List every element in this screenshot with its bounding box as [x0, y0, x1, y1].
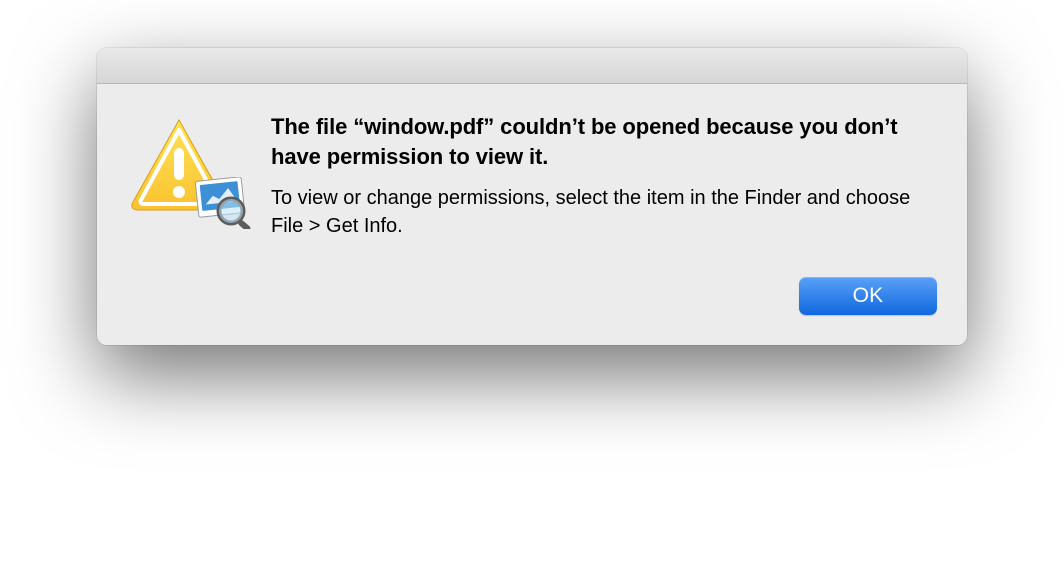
dialog-content: The file “window.pdf” couldn’t be opened…: [97, 84, 967, 265]
preview-app-icon: [191, 177, 253, 234]
ok-button[interactable]: OK: [799, 277, 937, 315]
dialog-icon-area: [127, 112, 247, 232]
dialog-button-row: OK: [97, 265, 967, 345]
dialog-heading: The file “window.pdf” couldn’t be opened…: [271, 112, 937, 171]
permission-denied-dialog: The file “window.pdf” couldn’t be opened…: [97, 48, 967, 345]
dialog-titlebar: [97, 48, 967, 84]
dialog-description: To view or change permissions, select th…: [271, 185, 937, 240]
dialog-text: The file “window.pdf” couldn’t be opened…: [271, 112, 937, 241]
